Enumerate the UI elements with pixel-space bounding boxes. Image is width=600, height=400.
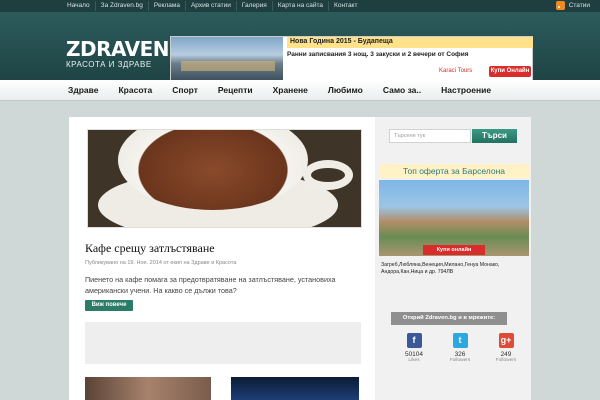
top-nav-about[interactable]: За Zdraven.bg <box>96 1 149 11</box>
meta-categories[interactable]: Здраве и Красота <box>191 260 236 266</box>
social-googleplus[interactable]: g+ 249 Followers <box>487 333 525 363</box>
offer-text: Загреб,Любляна,Венеция,Милано,Генуа Мона… <box>381 262 500 275</box>
rss-link[interactable]: Статии <box>555 1 590 10</box>
twitter-label: Followers <box>449 358 471 363</box>
search-button[interactable]: Търси <box>472 129 517 143</box>
googleplus-count: 249 <box>500 351 512 358</box>
nav-mood[interactable]: Настроение <box>441 85 491 95</box>
offer-widget[interactable]: Топ оферта за Барселона Купи онлайн Загр… <box>379 164 529 400</box>
article-title[interactable]: Кафе срещу затлъстяване <box>85 241 215 256</box>
offer-title: Топ оферта за Барселона <box>379 164 529 178</box>
nav-recipes[interactable]: Рецепти <box>218 85 253 95</box>
top-nav-home[interactable]: Начало <box>62 1 96 11</box>
ad-buy-button[interactable]: Купи Онлайн <box>489 66 531 77</box>
twitter-icon[interactable]: t <box>452 333 468 348</box>
article-thumbnail-1[interactable] <box>85 377 211 400</box>
top-bar: Начало За Zdraven.bg Реклама Архив стати… <box>0 0 600 12</box>
article-meta: Публикувано на 19. Ное. 2014 от екип на … <box>85 260 236 266</box>
main-content: Кафе срещу затлъстяване Публикувано на 1… <box>69 117 375 400</box>
social-row: f 50104 Likes t 326 Followers g+ 249 Fol… <box>395 333 525 363</box>
search-input[interactable]: Търсене тук <box>389 129 471 143</box>
site-header: ZDRAVEN.BG КРАСОТА И ЗДРАВЕ Нова Година … <box>0 12 600 82</box>
header-banner-ad[interactable]: Нова Година 2015 - Будапеща Ранни записв… <box>170 36 533 82</box>
offer-buy-button[interactable]: Купи онлайн <box>423 245 485 255</box>
social-twitter[interactable]: t 326 Followers <box>441 333 479 363</box>
top-nav-sitemap[interactable]: Карта на сайта <box>273 1 330 11</box>
meta-prefix: Публикувано на 19. Ное. 2014 от <box>85 260 169 266</box>
ad-text: Ранни записвания 3 нощ. 3 закуски и 2 ве… <box>287 51 469 58</box>
nav-health[interactable]: Здраве <box>68 85 98 95</box>
social-title: Открий Zdraven.bg и в мрежите: <box>391 312 507 325</box>
facebook-count: 50104 <box>404 351 424 358</box>
nav-nutrition[interactable]: Хранене <box>273 85 308 95</box>
googleplus-icon[interactable]: g+ <box>498 333 514 348</box>
main-nav: Здраве Красота Спорт Рецепти Хранене Люб… <box>0 80 600 101</box>
nav-only-for[interactable]: Само за.. <box>383 85 421 95</box>
ad-title: Нова Година 2015 - Будапеща <box>287 37 533 48</box>
meta-in: на <box>183 260 190 266</box>
cup-handle-shape <box>303 160 353 190</box>
social-facebook[interactable]: f 50104 Likes <box>395 333 433 363</box>
article-image[interactable] <box>87 129 362 228</box>
rss-label: Статии <box>568 2 590 9</box>
nav-favorites[interactable]: Любимо <box>328 85 363 95</box>
top-nav-ads[interactable]: Реклама <box>149 1 186 11</box>
ad-placeholder <box>85 322 361 364</box>
nav-beauty[interactable]: Красота <box>118 85 152 95</box>
offer-image[interactable]: Купи онлайн <box>379 180 529 256</box>
article-excerpt: Пиенето на кафе помага за предотвратяван… <box>85 275 336 295</box>
read-more-button[interactable]: Виж повече <box>85 300 133 311</box>
article-thumbnail-2[interactable] <box>231 377 359 400</box>
meta-author[interactable]: екип <box>170 260 182 266</box>
top-nav-gallery[interactable]: Галерия <box>237 1 273 11</box>
top-nav-contact[interactable]: Контакт <box>329 1 362 11</box>
googleplus-label: Followers <box>495 358 517 363</box>
top-nav-archive[interactable]: Архив статии <box>186 1 237 11</box>
twitter-count: 326 <box>454 351 466 358</box>
sidebar: Търсене тук Търси Топ оферта за Барселон… <box>375 117 531 400</box>
rss-icon <box>555 1 565 10</box>
facebook-label: Likes <box>408 358 420 363</box>
nav-sport[interactable]: Спорт <box>172 85 198 95</box>
top-nav: Начало За Zdraven.bg Реклама Архив стати… <box>62 1 362 11</box>
ad-image <box>171 37 283 81</box>
facebook-icon[interactable]: f <box>406 333 422 348</box>
ad-brand: Karaci Tours <box>439 68 473 74</box>
